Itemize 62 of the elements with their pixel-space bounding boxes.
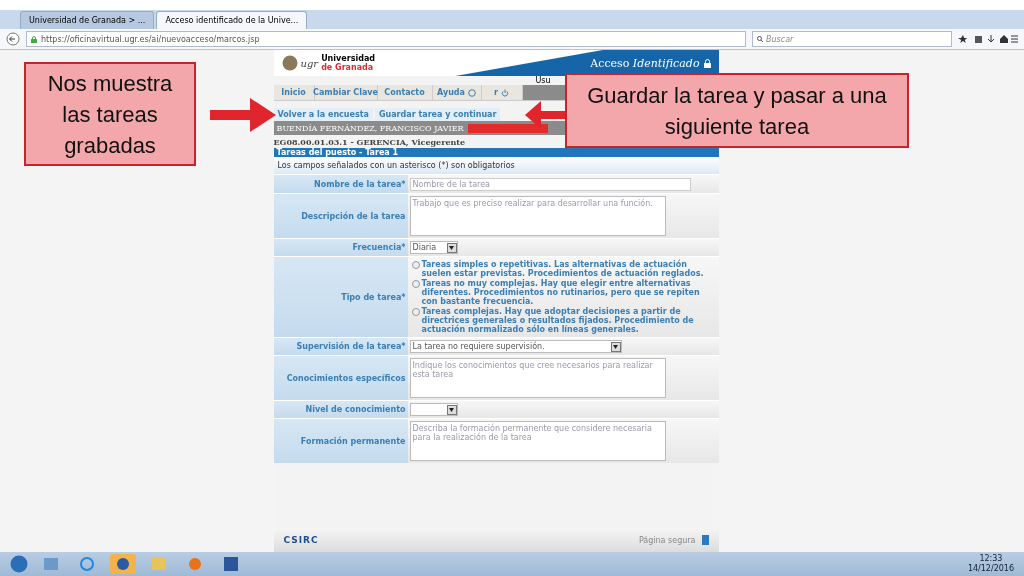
radio-label: Tareas complejas. Hay que adoptar decisiones a partir de directrices generales o resultados fijados. Procedimiento de actuación normalizado sólo en líneas generales.	[421, 307, 695, 334]
document-icon	[224, 557, 238, 571]
site-title: Acceso Identificado	[590, 56, 700, 70]
field-label: Nivel de conocimiento	[273, 401, 408, 418]
clock[interactable]: 12:33 14/12/2016	[967, 554, 1014, 574]
back-icon[interactable]	[6, 32, 20, 46]
callout-box: Nos muestra las tareas grabadas	[24, 62, 196, 166]
field-label: Nombre de la tarea*	[273, 175, 408, 193]
caret-icon	[446, 404, 457, 415]
field-label: Frecuencia*	[273, 239, 408, 256]
search-icon	[757, 36, 763, 42]
radio-label: Tareas no muy complejas. Hay que elegir entre alternativas diferentes. Procedimientos no rutinarios, pero que se repiten con bastante frecuencia.	[421, 279, 701, 306]
person-name: BUENDÍA FERNÁNDEZ, FRANCISCO JAVIER	[276, 123, 464, 133]
text-area[interactable]: Indique los conocimientos que cree necesarios para realizar esta tarea	[409, 358, 666, 398]
taskbar-button[interactable]	[110, 554, 136, 574]
circle-icon	[116, 557, 130, 571]
dropdown[interactable]: Diaria	[409, 241, 458, 254]
dropdown[interactable]	[409, 403, 458, 416]
caret-icon	[610, 341, 621, 352]
url-field[interactable]: https://oficinavirtual.ugr.es/ai/nuevoacceso/marcos.jsp	[26, 31, 746, 47]
secure-label: Página segura	[638, 535, 696, 545]
nav-link[interactable]: Contacto	[377, 85, 433, 100]
required-note: Los campos señalados con un asterisco (*) son obligatorios	[273, 157, 719, 174]
input-field[interactable]: Nombre de la tarea	[409, 177, 691, 191]
field-label: Tipo de tarea*	[273, 257, 408, 337]
help-icon	[467, 88, 476, 97]
start-icon[interactable]	[10, 555, 28, 573]
position-title: EG08.00.01.03.1 - GERENCIA, Vicegerente	[273, 136, 467, 148]
action-link[interactable]: Volver a la encuesta	[273, 108, 373, 121]
search-field[interactable]: Buscar	[752, 31, 952, 47]
action-link[interactable]: Guardar tarea y continuar	[374, 108, 501, 121]
section-header: Tareas del puesto - Tarea 1	[273, 148, 719, 157]
toolbar-icons-drawing[interactable]	[958, 34, 1018, 44]
text-area[interactable]: Describa la formación permanente que considere necesaria para la realización de la tarea	[409, 421, 666, 461]
field-label: Formación permanente	[273, 419, 408, 463]
callout-box: Guardar la tarea y pasar a una siguiente tarea	[565, 73, 909, 148]
ring-icon	[80, 557, 94, 571]
power-icon	[500, 88, 509, 97]
user-label: Usu	[535, 76, 551, 85]
text-area[interactable]: Trabajo que es preciso realizar para desarrollar una función.	[409, 196, 666, 236]
radio-button[interactable]	[411, 280, 420, 288]
caret-icon	[446, 242, 457, 253]
radio-button[interactable]	[411, 261, 420, 269]
footer-logo: CSIRC	[283, 535, 319, 545]
field-label: Supervisión de la tarea*	[273, 338, 408, 355]
logo-text: Universidad	[321, 54, 375, 63]
field-label: Descripción de la tarea	[273, 194, 408, 238]
field-label: Conocimientos específicos	[273, 356, 408, 400]
circle-icon	[188, 557, 202, 571]
browser-tab[interactable]: Acceso identificado de la Unive...	[156, 11, 308, 29]
radio-button[interactable]	[411, 308, 420, 316]
nav-link[interactable]: Ayuda	[432, 85, 482, 100]
radio-label: Tareas simples o repetitivas. Las alternativas de actuación suelen estar previstas. Procedimientos de actuación reglados.	[421, 260, 705, 278]
browser-tab[interactable]: Universidad de Granada > ...	[20, 11, 155, 29]
nav-link[interactable]: r	[481, 85, 523, 100]
arrow-drawing	[210, 96, 276, 134]
window-icon	[44, 558, 58, 570]
dropdown[interactable]: La tarea no requiere supervisión.	[409, 340, 622, 353]
nav-link[interactable]: Cambiar Clave	[314, 85, 378, 100]
logo-mark: ugr	[300, 57, 319, 69]
folder-icon	[152, 558, 166, 570]
logo-subtext: de Granada	[321, 63, 375, 72]
